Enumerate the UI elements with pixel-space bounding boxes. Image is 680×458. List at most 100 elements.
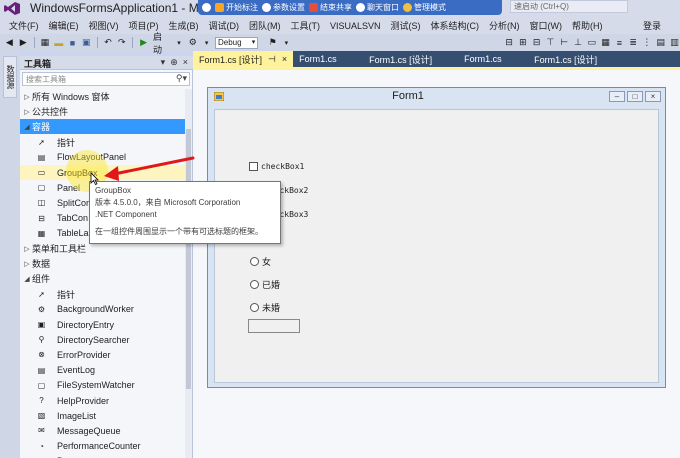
toolbox-item[interactable]: ? HelpProvider bbox=[20, 393, 185, 408]
collapsed-triangle-icon[interactable]: ▷ bbox=[22, 93, 32, 101]
menu-item[interactable]: 帮助(H) bbox=[567, 19, 608, 32]
align-bottom-icon[interactable]: ⊥ bbox=[573, 37, 584, 48]
save-all-icon[interactable]: ▣ bbox=[81, 37, 92, 48]
toolbox-list: ▷ 所有 Windows 窗体 ▷ 公共控件 ◢ 容器 ➚ 指针 ▤ FlowLayoutPane… bbox=[20, 89, 185, 458]
dropdown-arrow-icon[interactable]: ▾ bbox=[174, 37, 185, 48]
save-icon[interactable]: ■ bbox=[67, 37, 78, 48]
spacing-icon[interactable]: ⋮ bbox=[642, 37, 653, 48]
send-back-icon[interactable]: ▥ bbox=[669, 37, 680, 48]
toolbox-item[interactable]: ⚙ BackgroundWorker bbox=[20, 302, 185, 317]
start-button-label[interactable]: 启动 bbox=[153, 30, 171, 56]
menu-item[interactable]: VISUALSVN bbox=[325, 21, 386, 31]
toolbox-item[interactable]: ✉ MessageQueue bbox=[20, 423, 185, 438]
settings-gear-item[interactable] bbox=[202, 3, 211, 12]
spacing-icon[interactable]: ≣ bbox=[628, 37, 639, 48]
search-icon[interactable]: ⚲▾ bbox=[176, 73, 187, 84]
expanded-triangle-icon[interactable]: ◢ bbox=[22, 123, 32, 131]
data-sources-tab[interactable]: 数据源 bbox=[3, 56, 17, 98]
visual-studio-logo-icon bbox=[4, 2, 20, 15]
menu-item[interactable]: 编辑(E) bbox=[44, 19, 84, 32]
menu-item[interactable]: 工具(T) bbox=[286, 19, 326, 32]
bring-front-icon[interactable]: ▤ bbox=[655, 37, 666, 48]
toolbox-item[interactable]: ➚ 指针 bbox=[20, 287, 185, 302]
forward-icon[interactable]: ▶ bbox=[18, 37, 29, 48]
solution-configuration-select[interactable]: Debug ▾ bbox=[215, 36, 259, 49]
toolbox-item[interactable]: ▣ DirectoryEntry bbox=[20, 317, 185, 332]
toolbox-scrollbar[interactable] bbox=[185, 89, 192, 458]
pin-icon[interactable]: ⊕ bbox=[170, 57, 178, 68]
collapsed-triangle-icon[interactable]: ▷ bbox=[22, 108, 32, 116]
toolbox-item[interactable]: ◔ PerformanceCounter bbox=[20, 439, 185, 454]
menu-item[interactable]: 测试(S) bbox=[386, 19, 426, 32]
toolbox-item[interactable]: ⊗ ErrorProvider bbox=[20, 347, 185, 362]
toolbar-separator bbox=[33, 37, 35, 48]
back-icon[interactable]: ◀ bbox=[4, 37, 15, 48]
quick-launch-input[interactable]: 速启动 (Ctrl+Q) bbox=[510, 0, 628, 13]
dropdown-arrow-icon[interactable]: ▾ bbox=[161, 57, 166, 68]
undo-icon[interactable]: ↶ bbox=[103, 37, 114, 48]
radio-female[interactable]: 女 bbox=[250, 255, 271, 268]
redo-icon[interactable]: ↷ bbox=[116, 37, 127, 48]
collapsed-triangle-icon[interactable]: ▷ bbox=[22, 260, 32, 268]
menu-item[interactable]: 调试(D) bbox=[204, 19, 245, 32]
radio-married[interactable]: 已婚 bbox=[250, 278, 280, 291]
toolbox-item[interactable]: ▧ ImageList bbox=[20, 408, 185, 423]
doc-tab[interactable]: Form1.cs [设计] bbox=[528, 51, 623, 67]
toolbox-item[interactable]: ▤ EventLog bbox=[20, 363, 185, 378]
toolbox-category[interactable]: ◢ 组件 bbox=[20, 271, 185, 286]
login-link[interactable]: 登录 bbox=[643, 19, 661, 32]
doc-tab[interactable]: Form1.cs bbox=[458, 51, 528, 67]
menu-item[interactable]: 分析(N) bbox=[484, 19, 525, 32]
end-share-button[interactable]: 结束共享 bbox=[309, 2, 352, 13]
start-debug-icon[interactable]: ▶ bbox=[138, 37, 149, 48]
toolbox-category[interactable]: ◢ 容器 bbox=[20, 119, 185, 135]
size-to-grid-icon[interactable]: ▦ bbox=[600, 37, 611, 48]
close-icon[interactable]: × bbox=[183, 57, 188, 68]
document-tab-bar: Form1.cs [设计] ⊣ × Form1.cs Form1.cs [设计] Form… bbox=[193, 51, 680, 67]
toolbar-separator bbox=[132, 37, 134, 48]
new-project-icon[interactable]: ▦ bbox=[40, 37, 51, 48]
toolbox-category[interactable]: ▷ 公共控件 bbox=[20, 104, 185, 119]
expanded-triangle-icon[interactable]: ◢ bbox=[22, 275, 32, 283]
tooltip-description: 在一组控件周围显示一个带有可选标题的框架。 bbox=[95, 227, 263, 236]
radio-unmarried[interactable]: 未婚 bbox=[250, 301, 280, 314]
align-top-icon[interactable]: ⊤ bbox=[545, 37, 556, 48]
doc-tab[interactable]: Form1.cs [设计] ⊣ × bbox=[193, 51, 294, 67]
spacing-icon[interactable]: ≡ bbox=[614, 37, 625, 48]
same-size-icon[interactable]: ▭ bbox=[586, 37, 597, 48]
menu-item[interactable]: 文件(F) bbox=[4, 19, 44, 32]
toolbox-item-label: TabCon bbox=[57, 213, 89, 224]
directory-searcher-icon: ⚲ bbox=[38, 335, 45, 345]
align-center-icon[interactable]: ⊞ bbox=[517, 37, 528, 48]
toolbox-category[interactable]: ▷ 数据 bbox=[20, 256, 185, 271]
find-icon[interactable]: ⚑ bbox=[267, 37, 278, 48]
menu-item[interactable]: 视图(V) bbox=[84, 19, 124, 32]
menu-item[interactable]: 窗口(W) bbox=[525, 19, 568, 32]
toolbox-item[interactable]: ▢ FileSystemWatcher bbox=[20, 378, 185, 393]
dropdown-arrow-icon[interactable]: ▾ bbox=[281, 37, 292, 48]
toolbox-category[interactable]: ▷ 所有 Windows 窗体 bbox=[20, 89, 185, 104]
attach-icon[interactable]: ⚙ bbox=[187, 37, 198, 48]
toolbox-item[interactable]: ➚ 指针 bbox=[20, 135, 185, 150]
toolbox-item-label: HelpProvider bbox=[57, 395, 110, 406]
align-middle-icon[interactable]: ⊢ bbox=[559, 37, 570, 48]
start-annotation-button[interactable]: 开始标注 bbox=[215, 2, 258, 13]
collapsed-triangle-icon[interactable]: ▷ bbox=[22, 245, 32, 253]
doc-tab[interactable]: Form1.cs bbox=[293, 51, 363, 67]
dropdown-arrow-icon[interactable]: ▾ bbox=[201, 37, 212, 48]
toolbox-search-input[interactable]: 搜索工具箱 ⚲▾ bbox=[22, 72, 190, 86]
open-folder-icon[interactable]: ▬ bbox=[53, 37, 64, 48]
pin-icon[interactable]: ⊣ bbox=[268, 54, 276, 65]
checkbox-1[interactable]: checkBox1 bbox=[249, 162, 304, 171]
menu-item[interactable]: 团队(M) bbox=[244, 19, 286, 32]
settings-button[interactable]: 参数设置 bbox=[262, 2, 305, 13]
align-right-icon[interactable]: ⊟ bbox=[531, 37, 542, 48]
toolbox-item[interactable]: ⚲ DirectorySearcher bbox=[20, 332, 185, 347]
close-icon[interactable]: × bbox=[282, 54, 287, 64]
align-left-icon[interactable]: ⊟ bbox=[504, 37, 515, 48]
doc-tab[interactable]: Form1.cs [设计] bbox=[363, 51, 458, 67]
toolbox-item[interactable]: ⚙Process bbox=[20, 454, 185, 458]
menu-item[interactable]: 体系结构(C) bbox=[426, 19, 485, 32]
chat-window-button[interactable]: 聊天窗口 bbox=[356, 2, 399, 13]
admin-mode-button[interactable]: 管理模式 bbox=[403, 2, 446, 13]
